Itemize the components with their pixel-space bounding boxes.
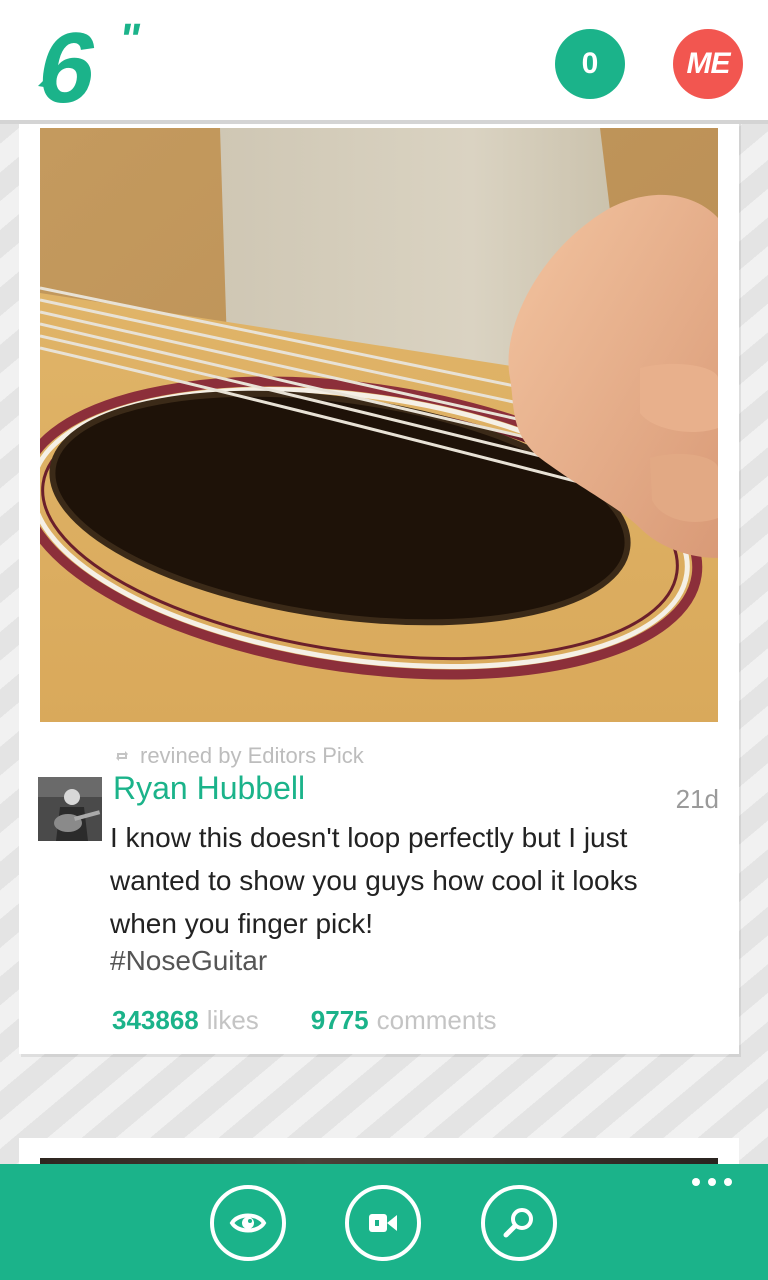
record-button[interactable] xyxy=(345,1185,421,1261)
revine-info[interactable]: revined by Editors Pick xyxy=(114,743,364,769)
post-hashtag[interactable]: #NoseGuitar xyxy=(110,945,267,977)
notifications-button[interactable]: 0 xyxy=(555,29,625,99)
video-camera-icon xyxy=(369,1214,397,1232)
search-icon xyxy=(503,1208,533,1238)
post-caption: I know this doesn't loop perfectly but I… xyxy=(110,822,638,939)
eye-icon xyxy=(229,1213,267,1233)
more-icon[interactable] xyxy=(692,1178,732,1186)
comments-stat[interactable]: 9775 comments xyxy=(311,1005,497,1036)
comments-label: comments xyxy=(376,1005,497,1035)
post-card: revined by Editors Pick Ryan Hubbell 21d… xyxy=(19,100,739,1054)
likes-count: 343868 xyxy=(112,1005,199,1035)
svg-text:6: 6 xyxy=(38,14,106,114)
author-avatar[interactable] xyxy=(38,777,102,841)
me-label: ME xyxy=(686,47,731,80)
likes-stat[interactable]: 343868 likes xyxy=(112,1005,259,1036)
app-header: 6 " 0 ME xyxy=(0,0,768,124)
app-bar xyxy=(0,1164,768,1280)
revine-label: revined by Editors Pick xyxy=(140,743,364,768)
profile-me-button[interactable]: ME xyxy=(673,29,743,99)
notification-count: 0 xyxy=(581,47,599,80)
svg-text:": " xyxy=(115,15,144,64)
post-video[interactable] xyxy=(40,128,718,722)
post-stats: 343868 likes 9775 comments xyxy=(112,1005,497,1036)
watch-button[interactable] xyxy=(210,1185,286,1261)
author-name[interactable]: Ryan Hubbell xyxy=(113,770,305,807)
app-logo[interactable]: 6 " xyxy=(38,14,158,114)
likes-label: likes xyxy=(206,1005,259,1035)
comments-count: 9775 xyxy=(310,1005,369,1035)
search-button[interactable] xyxy=(481,1185,557,1261)
revine-icon xyxy=(116,751,128,761)
post-age: 21d xyxy=(675,784,719,814)
